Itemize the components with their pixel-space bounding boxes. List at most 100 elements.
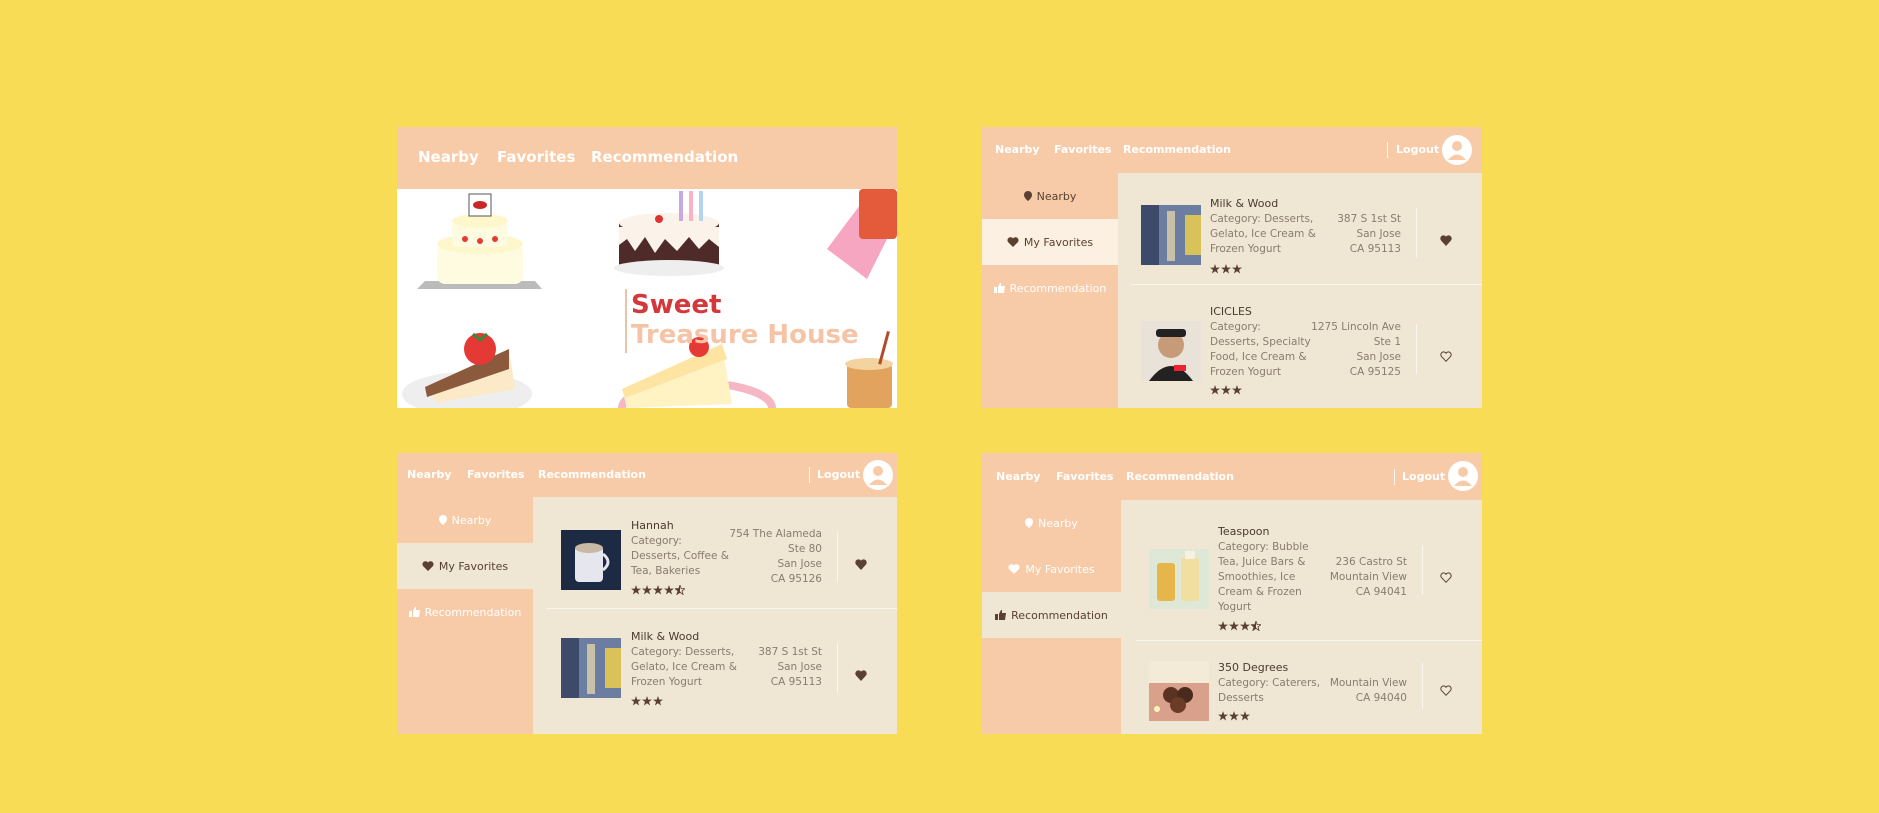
star-rating	[1218, 711, 1250, 721]
nav-recommendation-link[interactable]: Recommendation	[591, 148, 738, 166]
nav-divider	[1387, 142, 1388, 158]
star-full-icon	[1240, 621, 1250, 631]
card-divider	[837, 643, 838, 693]
map-pin-icon	[1025, 518, 1034, 528]
star-full-icon	[653, 585, 663, 595]
card-divider	[837, 532, 838, 582]
sidebar-item-favorites[interactable]: My Favorites	[397, 543, 533, 589]
recommendation-screen: Nearby Favorites Recommendation Logout N…	[982, 453, 1482, 734]
top-nav: Nearby Favorites Recommendation	[397, 127, 897, 189]
nav-divider	[809, 467, 810, 483]
logout-link[interactable]: Logout	[817, 468, 860, 481]
business-category: Category: Caterers, Desserts	[1218, 677, 1321, 704]
thumbs-up-icon	[995, 610, 1007, 620]
user-avatar-icon[interactable]	[863, 460, 893, 490]
hero-title-line1: Sweet	[631, 290, 722, 320]
favorite-heart-filled-icon[interactable]	[855, 666, 867, 685]
heart-icon	[1008, 564, 1020, 574]
star-full-icon	[1218, 621, 1228, 631]
thumbs-up-icon	[993, 283, 1005, 293]
star-full-icon	[1210, 264, 1220, 274]
hero-title-divider	[625, 289, 627, 353]
star-rating	[631, 696, 663, 706]
nav-favorites-link[interactable]: Favorites	[497, 148, 575, 166]
business-name[interactable]: Milk & Wood	[1210, 197, 1278, 210]
favorite-heart-outline-icon[interactable]	[1440, 347, 1452, 366]
list-item[interactable]: Milk & Wood Category: Desserts, Gelato, I…	[547, 608, 897, 734]
nav-nearby-link[interactable]: Nearby	[996, 470, 1041, 483]
list-item[interactable]: ICICLES Category: Desserts, Specialty Food…	[1131, 284, 1482, 408]
user-avatar-icon[interactable]	[1448, 461, 1478, 491]
sidebar-item-nearby[interactable]: Nearby	[982, 500, 1121, 547]
sidebar-item-favorites[interactable]: My Favorites	[982, 546, 1121, 593]
list-item[interactable]: 350 Degrees Category: Caterers, Desserts …	[1136, 640, 1482, 734]
nav-recommendation-link[interactable]: Recommendation	[1126, 470, 1234, 483]
sidebar-item-nearby[interactable]: Nearby	[397, 497, 533, 544]
hero-title: Sweet Treasure House	[631, 290, 859, 350]
sidebar-item-recommendation[interactable]: Recommendation	[982, 592, 1121, 638]
sidebar-item-nearby[interactable]: Nearby	[982, 173, 1118, 220]
landing-screen: Nearby Favorites Recommendation Sweet Tr…	[397, 127, 897, 408]
sidebar-item-favorites[interactable]: My Favorites	[982, 219, 1118, 265]
hero-title-line2: Treasure House	[631, 320, 859, 350]
nav-favorites-link[interactable]: Favorites	[467, 468, 524, 481]
nav-nearby-link[interactable]: Nearby	[407, 468, 452, 481]
nav-favorites-link[interactable]: Favorites	[1056, 470, 1113, 483]
nav-divider	[1394, 469, 1395, 485]
card-divider	[1416, 324, 1417, 374]
business-name[interactable]: 350 Degrees	[1218, 661, 1288, 674]
sidebar-item-label: Nearby	[1036, 189, 1077, 203]
sidebar-item-label: Nearby	[1038, 516, 1078, 530]
user-avatar-icon[interactable]	[1442, 135, 1472, 165]
star-full-icon	[631, 585, 641, 595]
map-pin-icon	[438, 515, 447, 525]
sidebar-item-label: Nearby	[451, 513, 492, 527]
business-address: 387 S 1st St San Jose CA 95113	[758, 646, 822, 688]
business-name[interactable]: Teaspoon	[1218, 525, 1270, 538]
star-full-icon	[1229, 621, 1239, 631]
thumbs-up-icon	[408, 607, 420, 617]
favorite-heart-filled-icon[interactable]	[855, 555, 867, 574]
business-name[interactable]: Hannah	[631, 519, 674, 532]
star-full-icon	[1232, 264, 1242, 274]
nav-nearby-link[interactable]: Nearby	[418, 148, 479, 166]
business-category: Category: Desserts, Gelato, Ice Cream & Fr…	[631, 646, 737, 688]
bottle-photo-icon	[561, 638, 621, 698]
logout-link[interactable]: Logout	[1396, 143, 1439, 156]
logout-link[interactable]: Logout	[1402, 470, 1445, 483]
star-full-icon	[653, 696, 663, 706]
favorites-screen-a: Nearby Favorites Recommendation Logout N…	[982, 127, 1482, 408]
bottle-photo-icon	[1141, 205, 1201, 265]
list-item[interactable]: Teaspoon Category: Bubble Tea, Juice Bars…	[1136, 500, 1482, 641]
hero-banner: Sweet Treasure House	[397, 189, 897, 408]
top-nav: Nearby Favorites Recommendation Logout	[982, 127, 1482, 173]
star-rating	[1210, 385, 1242, 395]
favorite-heart-outline-icon[interactable]	[1440, 568, 1452, 587]
favorite-heart-filled-icon[interactable]	[1440, 231, 1452, 250]
sidebar-item-recommendation[interactable]: Recommendation	[397, 589, 533, 635]
business-address: 236 Castro St Mountain View CA 94041	[1329, 556, 1407, 598]
nav-recommendation-link[interactable]: Recommendation	[538, 468, 646, 481]
sidebar-item-recommendation[interactable]: Recommendation	[982, 265, 1118, 311]
heart-icon	[422, 561, 434, 571]
nav-nearby-link[interactable]: Nearby	[995, 143, 1040, 156]
person-photo-icon	[1141, 321, 1201, 381]
card-divider	[1422, 663, 1423, 709]
nav-favorites-link[interactable]: Favorites	[1054, 143, 1111, 156]
business-address: 754 The Alameda Ste 80 San Jose CA 95126	[729, 528, 822, 585]
sidebar: Nearby My Favorites Recommendation	[982, 500, 1121, 734]
business-category: Category: Bubble Tea, Juice Bars & Smoothi…	[1218, 541, 1309, 613]
star-full-icon	[664, 585, 674, 595]
business-name[interactable]: Milk & Wood	[631, 630, 699, 643]
list-item[interactable]: Milk & Wood Category: Desserts, Gelato, I…	[1131, 173, 1482, 285]
list-item[interactable]: Hannah Category: Desserts, Coffee & Tea, B…	[547, 497, 897, 609]
map-pin-icon	[1023, 191, 1032, 201]
heart-icon	[1007, 237, 1019, 247]
star-full-icon	[642, 696, 652, 706]
favorite-heart-outline-icon[interactable]	[1440, 681, 1452, 700]
nav-recommendation-link[interactable]: Recommendation	[1123, 143, 1231, 156]
sidebar-item-label: Recommendation	[424, 605, 522, 619]
star-full-icon	[1229, 711, 1239, 721]
business-name[interactable]: ICICLES	[1210, 305, 1252, 318]
top-nav: Nearby Favorites Recommendation Logout	[982, 453, 1482, 500]
